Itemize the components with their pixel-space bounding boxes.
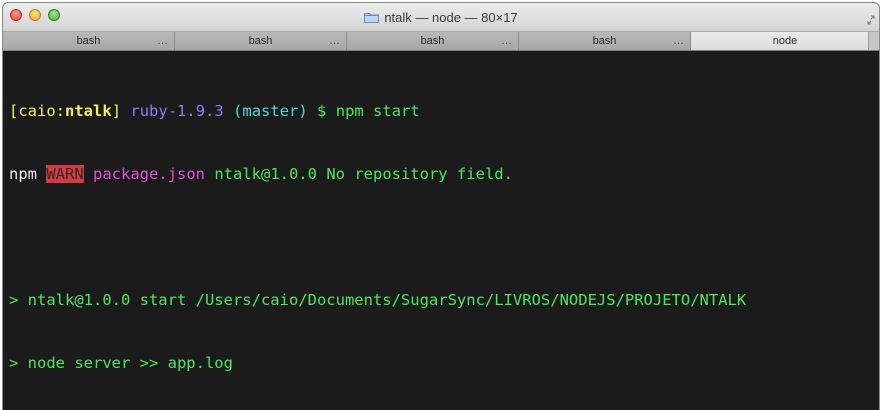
prompt-user: caio (18, 102, 56, 120)
prompt-command: npm start (335, 102, 420, 120)
terminal-window: ntalk — node — 80×17 bash … bash … bash … (3, 3, 879, 410)
tab-bar: bash … bash … bash … bash … node (3, 32, 879, 51)
terminal-output[interactable]: [caio:ntalk] ruby-1.9.3 (master) $ npm s… (3, 51, 879, 410)
tab-bash-2[interactable]: bash … (175, 32, 347, 50)
tab-overflow: … (157, 35, 168, 47)
prompt-bracket-open: [ (9, 102, 19, 120)
fullscreen-icon[interactable] (867, 12, 875, 25)
warn-line: npm WARN package.json ntalk@1.0.0 No rep… (9, 164, 879, 185)
prompt-ruby: ruby-1.9.3 (130, 102, 224, 120)
warn-npm: npm (9, 165, 37, 183)
warn-file: package.json (93, 165, 205, 183)
prompt-bracket-close: ] (111, 102, 122, 120)
prompt-dir: ntalk (65, 102, 112, 120)
tab-label: bash (420, 35, 445, 47)
prompt-separator: : (55, 102, 66, 120)
tab-node[interactable]: node (691, 32, 879, 50)
tab-label: bash (248, 35, 273, 47)
tab-bash-4[interactable]: bash … (519, 32, 691, 50)
tab-overflow: … (673, 35, 684, 47)
warn-message: ntalk@1.0.0 No repository field. (214, 165, 513, 183)
folder-icon (364, 12, 380, 23)
prompt-line: [caio:ntalk] ruby-1.9.3 (master) $ npm s… (9, 101, 879, 122)
warn-level: WARN (46, 165, 84, 183)
warn-level-badge: WARN (46, 165, 84, 183)
output-line: > node server >> app.log (9, 354, 233, 372)
tab-bash-1[interactable]: bash … (3, 32, 175, 50)
prompt-symbol: $ (317, 102, 327, 120)
new-tab-button[interactable] (868, 32, 879, 50)
tab-overflow: … (501, 35, 512, 47)
window-title: ntalk — node — 80×17 (384, 10, 518, 25)
window-title-container: ntalk — node — 80×17 (3, 10, 879, 25)
tab-overflow: … (329, 35, 340, 47)
tab-label: node (772, 35, 798, 47)
prompt-branch: (master) (233, 102, 308, 120)
output-line: > ntalk@1.0.0 start /Users/caio/Document… (9, 291, 747, 309)
tab-label: bash (592, 35, 617, 47)
tab-label: bash (76, 35, 101, 47)
tab-bash-3[interactable]: bash … (347, 32, 519, 50)
title-bar[interactable]: ntalk — node — 80×17 (3, 3, 879, 32)
